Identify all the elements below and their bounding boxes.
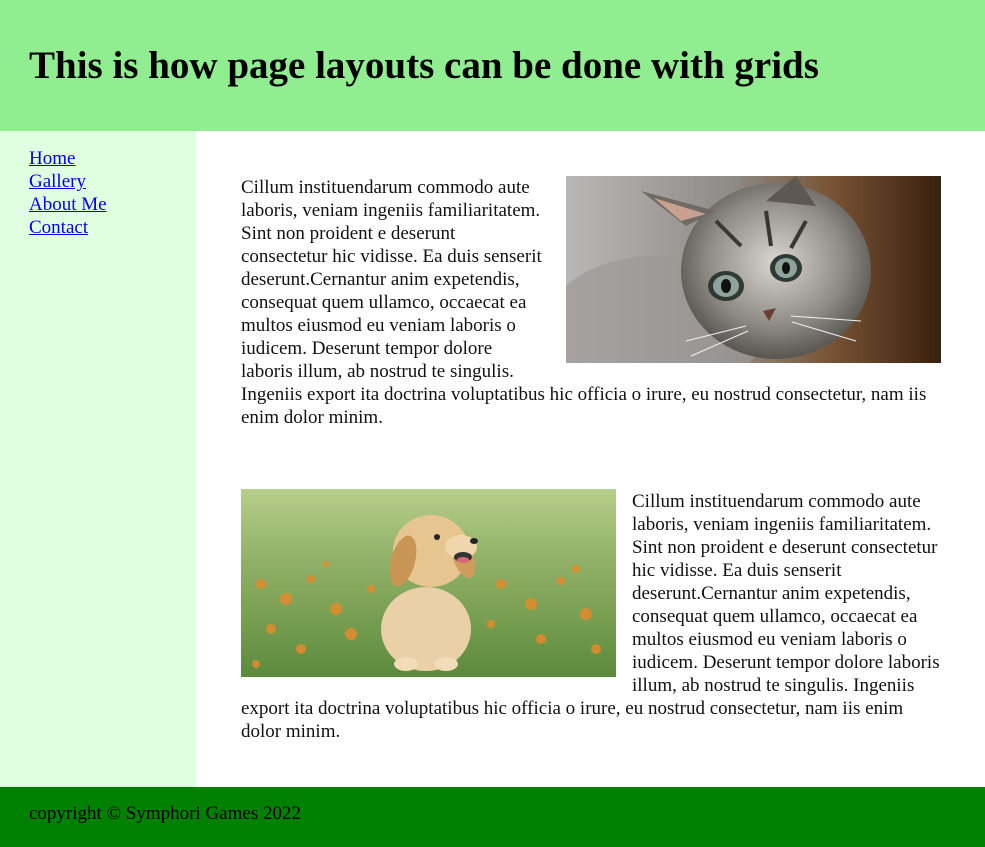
site-header: This is how page layouts can be done wit… [0,0,985,131]
page-grid: This is how page layouts can be done wit… [0,0,985,847]
sidebar-nav: Home Gallery About Me Contact [0,131,196,787]
main-content: Cillum instituendarum commodo aute labor… [196,131,985,787]
nav-link-contact[interactable]: Contact [29,216,196,239]
kitten-image [566,176,941,363]
page-title: This is how page layouts can be done wit… [29,44,819,87]
site-footer: copyright © Symphori Games 2022 [0,787,985,847]
nav-link-gallery[interactable]: Gallery [29,170,196,193]
nav-link-about-me[interactable]: About Me [29,193,196,216]
puppy-image [241,489,616,677]
copyright-text: copyright © Symphori Games 2022 [29,803,301,824]
article-kitten: Cillum instituendarum commodo aute labor… [241,176,941,489]
nav-link-home[interactable]: Home [29,147,196,170]
article-puppy: Cillum instituendarum commodo aute labor… [241,489,941,743]
